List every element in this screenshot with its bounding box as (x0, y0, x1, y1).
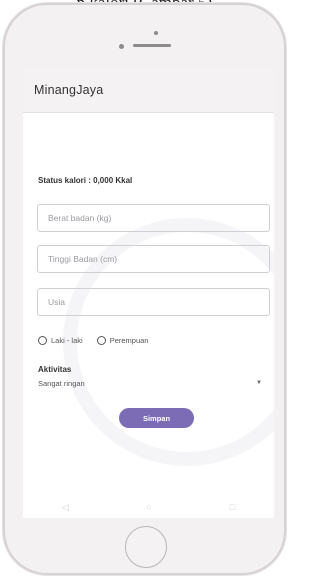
age-input[interactable] (37, 288, 270, 316)
android-nav-bar: ◁ ○ □ (23, 496, 274, 518)
back-icon[interactable]: ◁ (62, 502, 69, 513)
height-input[interactable] (37, 245, 270, 273)
radio-male[interactable] (38, 336, 47, 345)
caret-down-icon: ▼ (256, 380, 262, 386)
home-button[interactable] (125, 526, 167, 568)
gender-male-label: Laki - laki (51, 336, 83, 345)
app-bar: MinangJaya (23, 68, 274, 113)
app-title: MinangJaya (34, 83, 104, 97)
sensor-icon (119, 44, 124, 49)
app-screen: MinangJaya Status kalori : 0,000 Kkal La… (23, 68, 274, 518)
recent-icon[interactable]: □ (230, 502, 235, 512)
phone-frame: MinangJaya Status kalori : 0,000 Kkal La… (3, 3, 286, 575)
activity-selected-value: Sangat ringan (38, 378, 85, 388)
gender-male-option[interactable]: Laki - laki (38, 336, 83, 345)
home-icon[interactable]: ○ (147, 502, 152, 512)
gender-female-label: Perempuan (109, 336, 149, 345)
activity-dropdown[interactable]: Sangat ringan ▼ (38, 376, 268, 390)
radio-female[interactable] (96, 336, 106, 345)
camera-icon (154, 31, 158, 35)
save-button[interactable]: Simpan (119, 408, 194, 428)
weight-input[interactable] (37, 204, 270, 232)
gender-radio-group: Laki - laki Perempuan (38, 336, 162, 345)
speaker-icon (133, 44, 171, 47)
activity-label: Aktivitas (38, 365, 72, 374)
gender-female-option[interactable]: Perempuan (96, 336, 149, 345)
calorie-status: Status kalori : 0,000 Kkal (38, 176, 133, 185)
